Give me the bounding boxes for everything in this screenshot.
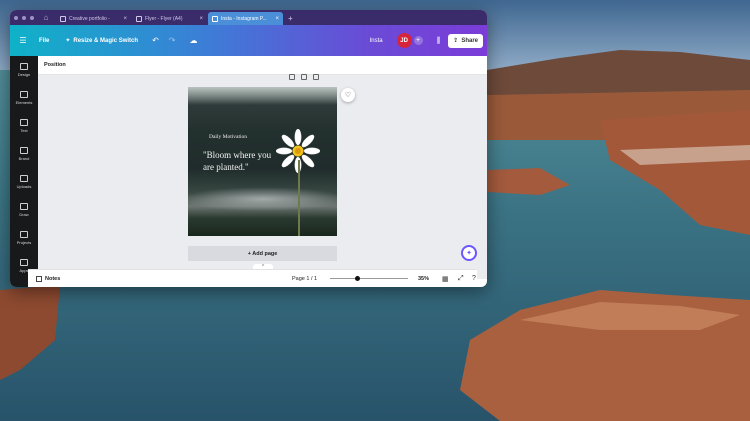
- background-glow: [188, 87, 337, 105]
- canva-favicon-icon: [136, 15, 142, 22]
- brand-icon: [20, 147, 28, 154]
- insights-chart-icon[interactable]: ⫼: [437, 36, 441, 46]
- share-label: Share: [461, 37, 478, 44]
- sidebar-item-uploads[interactable]: Uploads: [10, 168, 38, 196]
- elements-icon: [20, 91, 28, 98]
- canva-favicon-icon: [60, 15, 66, 22]
- sidebar-item-draw[interactable]: Draw: [10, 196, 38, 224]
- folder-icon: [20, 231, 28, 238]
- tab-title: Flyer - Flyer (A4): [145, 15, 183, 22]
- notes-icon: [36, 275, 42, 282]
- duplicate-page-icon[interactable]: [301, 74, 307, 80]
- flower-stem: [298, 160, 300, 236]
- add-collaborator-icon[interactable]: +: [413, 36, 423, 45]
- context-toolbar: Position: [38, 56, 487, 75]
- magic-assistant-icon[interactable]: ✦: [461, 245, 477, 261]
- close-window-dot[interactable]: [14, 15, 18, 20]
- file-menu-button[interactable]: File: [39, 38, 49, 44]
- resize-magic-switch-button[interactable]: ✦ Resize & Magic Switch: [65, 37, 139, 45]
- close-tab-icon[interactable]: ×: [275, 16, 279, 22]
- sidebar-item-elements[interactable]: Elements: [10, 84, 38, 112]
- editor-toolbar: ☰ File ✦ Resize & Magic Switch ↶ ↷ ☁ Ins…: [10, 25, 487, 56]
- sparkle-icon: ✦: [65, 38, 71, 44]
- browser-tab[interactable]: Flyer - Flyer (A4) ×: [132, 12, 207, 25]
- document-title[interactable]: Insta: [370, 38, 383, 44]
- help-icon[interactable]: ?: [472, 275, 476, 282]
- add-page-button[interactable]: + Add page: [188, 246, 337, 261]
- design-subtitle[interactable]: Daily Motivation: [209, 134, 247, 140]
- tab-title: Creative portfolio -: [69, 15, 110, 22]
- lock-icon[interactable]: [289, 74, 295, 80]
- hamburger-menu-icon[interactable]: ☰: [10, 36, 36, 45]
- undo-icon[interactable]: ↶: [152, 36, 159, 45]
- canva-favicon-icon: [212, 15, 218, 22]
- zoom-slider-track[interactable]: [330, 278, 408, 279]
- page-tools: [289, 74, 319, 80]
- sidebar-item-label: Text: [20, 128, 28, 133]
- page-indicator[interactable]: Page 1 / 1: [292, 276, 317, 282]
- tab-title: Insta - Instagram P...: [221, 15, 267, 22]
- browser-tab-active[interactable]: Insta - Instagram P... ×: [208, 12, 283, 25]
- close-tab-icon[interactable]: ×: [123, 16, 127, 22]
- redo-icon[interactable]: ↷: [169, 36, 176, 45]
- sidebar-item-label: Elements: [15, 100, 33, 105]
- avatar[interactable]: JD: [396, 33, 412, 48]
- comment-add-icon[interactable]: ♡: [341, 88, 355, 102]
- sidebar-item-projects[interactable]: Projects: [10, 224, 38, 252]
- grid-view-icon[interactable]: ▦: [442, 275, 449, 283]
- text-icon: [20, 119, 28, 126]
- upload-icon: [20, 175, 28, 182]
- home-icon[interactable]: ⌂: [40, 10, 52, 25]
- window-controls[interactable]: [10, 10, 40, 25]
- sidebar-item-label: Design: [17, 72, 31, 77]
- sidebar-item-label: Brand: [18, 156, 30, 161]
- apps-grid-icon: [20, 259, 28, 266]
- notes-label: Notes: [45, 275, 61, 282]
- resize-label: Resize & Magic Switch: [73, 37, 139, 44]
- sidebar-item-label: Uploads: [16, 184, 32, 189]
- sidebar-item-label: Projects: [16, 240, 32, 245]
- minimize-window-dot[interactable]: [22, 15, 26, 20]
- background-mist: [188, 187, 337, 211]
- design-icon: [20, 63, 28, 70]
- position-button[interactable]: Position: [44, 62, 66, 68]
- zoom-level[interactable]: 35%: [418, 276, 429, 282]
- design-page[interactable]: Daily Motivation "Bloom where you are pl…: [188, 87, 337, 236]
- browser-tab[interactable]: Creative portfolio - ×: [56, 12, 131, 25]
- new-tab-icon[interactable]: +: [284, 12, 297, 25]
- fullscreen-icon[interactable]: ⤢: [458, 275, 464, 283]
- share-upload-icon: ⇪: [453, 38, 459, 44]
- share-button[interactable]: ⇪ Share: [448, 33, 483, 48]
- zoom-slider-thumb[interactable]: [354, 276, 360, 281]
- design-quote[interactable]: "Bloom where you are planted.": [203, 149, 283, 173]
- notes-button[interactable]: Notes: [36, 275, 61, 282]
- maximize-window-dot[interactable]: [30, 15, 34, 20]
- browser-tab-bar: ⌂ Creative portfolio - × Flyer - Flyer (…: [10, 10, 487, 25]
- sidebar-item-label: Draw: [19, 212, 29, 217]
- sidebar-item-brand[interactable]: Brand: [10, 140, 38, 168]
- editor-footer: Notes Page 1 / 1 35% ▦ ⤢ ?: [28, 269, 477, 287]
- sidebar-item-text[interactable]: Text: [10, 112, 38, 140]
- close-tab-icon[interactable]: ×: [199, 16, 203, 22]
- left-sidebar: Design Elements Text Brand Uploads Draw …: [10, 56, 38, 287]
- add-page-icon[interactable]: [313, 74, 319, 80]
- draw-icon: [20, 203, 28, 210]
- cloud-save-icon[interactable]: ☁: [189, 36, 197, 45]
- sidebar-item-design[interactable]: Design: [10, 56, 38, 84]
